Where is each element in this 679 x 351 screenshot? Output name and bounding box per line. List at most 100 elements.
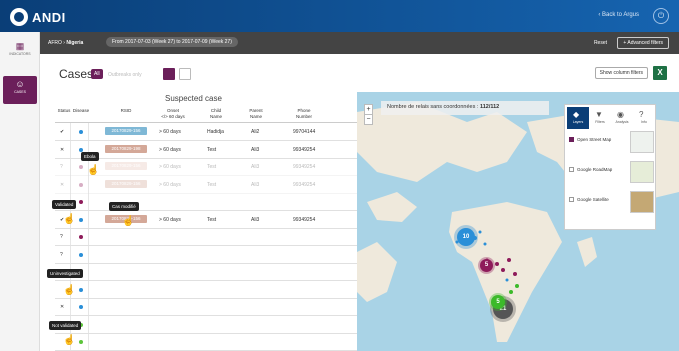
tooltip-not-validated: Not validated bbox=[49, 321, 82, 330]
reset-link[interactable]: Reset bbox=[594, 40, 607, 46]
table-row[interactable]: ✕ 20170829-156 > 60 days Test Ali3 99349254 bbox=[55, 176, 357, 194]
app-name: ANDI bbox=[32, 9, 66, 25]
disease-dot[interactable] bbox=[79, 340, 83, 344]
disease-dot[interactable] bbox=[79, 235, 83, 239]
table-row[interactable] bbox=[55, 263, 357, 281]
rsid-badge[interactable]: 20170829-156 bbox=[105, 162, 147, 170]
checkbox[interactable] bbox=[569, 197, 574, 202]
layer-option-google-satellite[interactable]: Google Satellite bbox=[569, 197, 609, 202]
zoom-out-button[interactable]: − bbox=[365, 114, 372, 124]
disease-dot[interactable] bbox=[79, 305, 83, 309]
tooltip-uninvestigated: Uninvestigated bbox=[47, 269, 83, 278]
table-row[interactable]: ✔ 20170829-156 > 60 days Hadidja Ali2 9970414… bbox=[55, 123, 357, 141]
status-icon[interactable]: ? bbox=[60, 252, 63, 258]
disease-dot[interactable] bbox=[79, 147, 83, 152]
status-icon[interactable]: ✕ bbox=[60, 182, 64, 188]
header-status[interactable]: Status bbox=[56, 108, 72, 114]
zoom-in-button[interactable]: + bbox=[365, 105, 372, 114]
back-to-argus-link[interactable]: ‹ Back to Argus bbox=[598, 12, 639, 18]
excel-export-icon[interactable]: X bbox=[653, 66, 667, 80]
filter-bar: AFRO › Nigeria From 2017-07-03 (Week 27)… bbox=[40, 32, 679, 54]
no-coordinates-info: Nombre de relais sans coordonnées : 112/… bbox=[381, 101, 549, 115]
status-icon[interactable]: ✕ bbox=[60, 304, 64, 310]
map-cluster-marker[interactable]: 5 bbox=[491, 295, 505, 309]
table-row[interactable]: ✕ bbox=[55, 298, 357, 316]
status-icon[interactable]: ✕ bbox=[60, 147, 64, 153]
table-row[interactable] bbox=[55, 316, 357, 334]
disease-dot[interactable] bbox=[79, 287, 83, 292]
app-logo[interactable]: ANDI bbox=[10, 8, 66, 26]
table-row[interactable] bbox=[55, 333, 357, 351]
tab-filters[interactable]: ▼ Filters bbox=[589, 107, 611, 129]
disease-dot[interactable] bbox=[79, 217, 83, 222]
outbreaks-only-toggle[interactable]: Outbreaks only bbox=[108, 72, 142, 78]
hand-cursor-icon: ☝ bbox=[63, 335, 76, 346]
advanced-filters-button[interactable]: + Advanced filters bbox=[617, 37, 669, 49]
all-filter-button[interactable]: All bbox=[91, 69, 103, 79]
status-icon[interactable]: ? bbox=[60, 164, 63, 170]
sidebar-item-label: CASES bbox=[14, 90, 26, 94]
rsid-badge[interactable]: 20170829-198 bbox=[105, 144, 147, 153]
satellite-thumbnail bbox=[630, 191, 654, 213]
tab-layers[interactable]: ◆ Layers bbox=[567, 107, 589, 129]
child-name-cell: Hadidja bbox=[207, 129, 224, 135]
tab-label: Filters bbox=[595, 120, 605, 124]
table-row[interactable]: ? bbox=[55, 228, 357, 246]
map-cluster-marker[interactable]: 10 bbox=[457, 228, 475, 246]
layer-label: Google RoadMap bbox=[577, 167, 613, 172]
phone-cell: 99349254 bbox=[293, 164, 316, 170]
mail-view-icon[interactable] bbox=[179, 68, 191, 80]
table-row[interactable]: ? 20170829-156 > 60 days Test Ali3 99349254 bbox=[55, 158, 357, 176]
analysis-icon: ◉ bbox=[617, 110, 624, 119]
power-icon[interactable]: ⏻ bbox=[653, 8, 669, 24]
tab-analysis[interactable]: ◉ Analysis bbox=[611, 107, 633, 129]
disease-dot[interactable] bbox=[79, 130, 83, 134]
layer-option-google-roadmap[interactable]: Google RoadMap bbox=[569, 167, 612, 172]
status-icon[interactable]: ? bbox=[60, 234, 63, 240]
onset-cell: > 60 days bbox=[159, 129, 181, 135]
hand-cursor-icon: ☝ bbox=[63, 214, 76, 225]
rsid-badge[interactable]: 20170829-156 bbox=[105, 179, 147, 188]
disease-dot[interactable] bbox=[79, 182, 83, 187]
date-range-pill[interactable]: From 2017-07-03 (Week 27) to 2017-07-09 … bbox=[106, 37, 238, 47]
header-rsid[interactable]: RSID bbox=[107, 108, 145, 114]
layer-panel-tabs: ◆ Layers ▼ Filters ◉ Analysis ? Info bbox=[567, 107, 655, 129]
table-row[interactable]: ✕ 20170829-198 > 60 days Test Ali3 99349254 bbox=[55, 141, 357, 159]
left-sidebar: ▦ INDICATORS ☺ CASES bbox=[0, 32, 40, 351]
no-coordinates-label: Nombre de relais sans coordonnées : bbox=[387, 104, 479, 110]
checkbox[interactable] bbox=[569, 167, 574, 172]
onset-cell: > 60 days bbox=[159, 146, 181, 153]
tab-label: Info bbox=[641, 120, 647, 124]
tab-info[interactable]: ? Info bbox=[633, 107, 655, 129]
child-name-cell: Test bbox=[207, 216, 217, 223]
phone-cell: 99349254 bbox=[293, 216, 316, 223]
sidebar-item-cases[interactable]: ☺ CASES bbox=[3, 76, 37, 104]
header-phone-number[interactable]: Phone Number bbox=[281, 108, 327, 120]
rsid-badge[interactable]: 20170829-156 bbox=[105, 127, 147, 135]
table-row[interactable]: ? bbox=[55, 246, 357, 264]
table-row[interactable] bbox=[55, 281, 357, 299]
show-column-filters-button[interactable]: Show column filters bbox=[594, 67, 648, 79]
sidebar-item-indicators[interactable]: ▦ INDICATORS bbox=[3, 40, 37, 66]
filter-icon: ▼ bbox=[595, 110, 603, 119]
table-view-icon[interactable] bbox=[163, 68, 175, 80]
table-row[interactable] bbox=[55, 193, 357, 211]
disease-dot[interactable] bbox=[79, 200, 83, 204]
breadcrumb-country[interactable]: Nigeria bbox=[66, 40, 83, 46]
breadcrumb-region[interactable]: AFRO bbox=[48, 40, 62, 46]
status-icon[interactable]: ✔ bbox=[60, 129, 64, 135]
header-child-name[interactable]: Child Name bbox=[199, 108, 233, 120]
disease-dot[interactable] bbox=[79, 165, 83, 169]
checkbox[interactable] bbox=[569, 137, 574, 142]
onset-cell: > 60 days bbox=[159, 164, 181, 170]
parent-name-cell: Ali3 bbox=[251, 164, 260, 170]
cases-map[interactable]: + − Nombre de relais sans coordonnées : … bbox=[357, 92, 679, 351]
map-zoom-control: + − bbox=[364, 104, 373, 125]
header-disease[interactable]: Disease bbox=[72, 108, 90, 114]
layer-option-osm[interactable]: Open Street Map bbox=[569, 137, 611, 142]
header-onset[interactable]: Onset </> 60 days bbox=[153, 108, 193, 120]
map-cluster-marker[interactable]: 5 bbox=[480, 259, 493, 272]
disease-dot[interactable] bbox=[79, 252, 83, 257]
header-parent-name[interactable]: Parent Name bbox=[241, 108, 271, 120]
table-row[interactable]: ✔ 20170829-156 > 60 days Test Ali3 99349254 bbox=[55, 211, 357, 229]
